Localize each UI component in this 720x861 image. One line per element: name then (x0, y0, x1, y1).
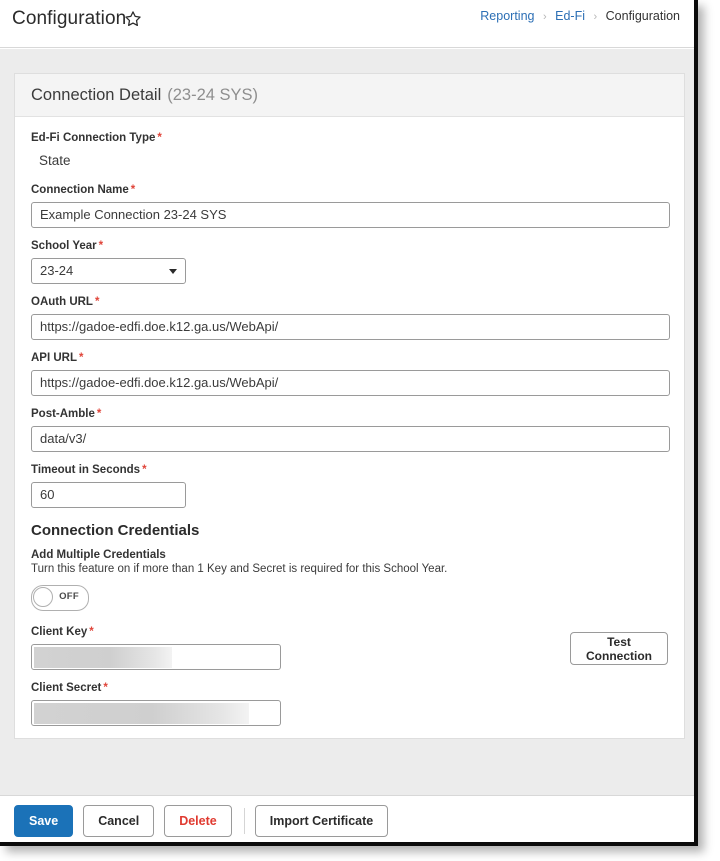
card-body: Ed-Fi Connection Type * State Connection … (15, 117, 684, 726)
card-header: Connection Detail (23-24 SYS) (15, 74, 684, 117)
label-timeout: Timeout in Seconds * (31, 463, 668, 478)
toggle-knob (33, 587, 53, 607)
required-marker: * (142, 464, 147, 476)
required-marker: * (103, 682, 108, 694)
redacted-value-mask (34, 647, 172, 668)
delete-button[interactable]: Delete (164, 805, 232, 837)
client-secret-input[interactable] (31, 700, 281, 726)
field-timeout: Timeout in Seconds * (31, 463, 668, 508)
breadcrumb-item-edfi[interactable]: Ed-Fi (555, 9, 585, 23)
label-text: API URL (31, 352, 77, 364)
school-year-value[interactable] (31, 258, 186, 284)
label-school-year: School Year * (31, 239, 668, 254)
label-add-multiple-credentials: Add Multiple Credentials (31, 549, 166, 561)
connection-detail-card: Connection Detail (23-24 SYS) Ed-Fi Conn… (14, 73, 685, 739)
required-marker: * (96, 408, 102, 420)
field-school-year: School Year * (31, 239, 668, 284)
label-text: Post-Amble (31, 408, 95, 420)
required-marker: * (130, 184, 136, 196)
field-oauth-url: OAuth URL * (31, 295, 670, 340)
timeout-input[interactable] (31, 482, 186, 508)
breadcrumb-separator-icon: › (593, 11, 598, 23)
required-marker: * (94, 296, 100, 308)
content-area: Connection Detail (23-24 SYS) Ed-Fi Conn… (0, 48, 694, 795)
required-marker: * (157, 132, 162, 144)
card-subtitle: (23-24 SYS) (167, 85, 259, 104)
label-text: Client Secret (31, 682, 102, 694)
label-connection-name: Connection Name * (31, 183, 668, 198)
add-multiple-credentials-toggle[interactable]: OFF (31, 585, 89, 611)
label-text: OAuth URL (31, 296, 93, 308)
value-connection-type: State (39, 153, 71, 168)
connection-name-input[interactable] (31, 202, 670, 228)
label-text: Timeout in Seconds (31, 464, 141, 476)
toggle-state-label: OFF (59, 591, 79, 602)
client-key-input[interactable] (31, 644, 281, 670)
field-client-secret: Client Secret * (31, 681, 668, 726)
label-api-url: API URL * (31, 351, 668, 366)
field-connection-name: Connection Name * (31, 183, 670, 228)
label-text: Ed-Fi Connection Type (31, 132, 156, 144)
breadcrumb: Reporting › Ed-Fi › Configuration (480, 8, 680, 25)
redacted-value-mask (34, 703, 249, 724)
school-year-select[interactable] (31, 258, 186, 284)
favorite-star-icon[interactable] (124, 10, 142, 28)
label-text: School Year (31, 240, 97, 252)
field-post-amble: Post-Amble * (31, 407, 670, 452)
label-text: Connection Name (31, 184, 129, 196)
oauth-url-input[interactable] (31, 314, 670, 340)
cancel-button[interactable]: Cancel (83, 805, 155, 837)
card-title: Connection Detail (31, 85, 162, 104)
save-button[interactable]: Save (14, 805, 74, 837)
label-client-secret: Client Secret * (31, 681, 668, 696)
action-bar: Save Cancel Delete Import Certificate (0, 795, 694, 842)
credentials-section-title: Connection Credentials (31, 522, 200, 539)
post-amble-input[interactable] (31, 426, 670, 452)
field-connection-type: Ed-Fi Connection Type * State (31, 131, 668, 172)
help-add-multiple-credentials: Turn this feature on if more than 1 Key … (31, 563, 448, 575)
label-text: Client Key (31, 626, 88, 638)
required-marker: * (89, 626, 94, 638)
breadcrumb-separator-icon: › (542, 11, 547, 23)
label-oauth-url: OAuth URL * (31, 295, 668, 310)
page-title: Configuration (12, 8, 127, 29)
breadcrumb-item-reporting[interactable]: Reporting (480, 9, 534, 23)
api-url-input[interactable] (31, 370, 670, 396)
label-post-amble: Post-Amble * (31, 407, 668, 422)
import-certificate-button[interactable]: Import Certificate (254, 805, 389, 837)
application-window: Configuration Reporting › Ed-Fi › Config… (0, 0, 698, 846)
required-marker: * (98, 240, 104, 252)
field-api-url: API URL * (31, 351, 670, 396)
required-marker: * (79, 352, 84, 364)
breadcrumb-item-configuration: Configuration (605, 9, 680, 23)
test-connection-button[interactable]: Test Connection (570, 632, 668, 665)
action-bar-divider (243, 808, 245, 834)
page-header: Configuration Reporting › Ed-Fi › Config… (0, 0, 694, 48)
label-connection-type: Ed-Fi Connection Type * (31, 131, 668, 146)
credentials-row: Client Key * Client Secret * Test Connec… (31, 625, 668, 726)
